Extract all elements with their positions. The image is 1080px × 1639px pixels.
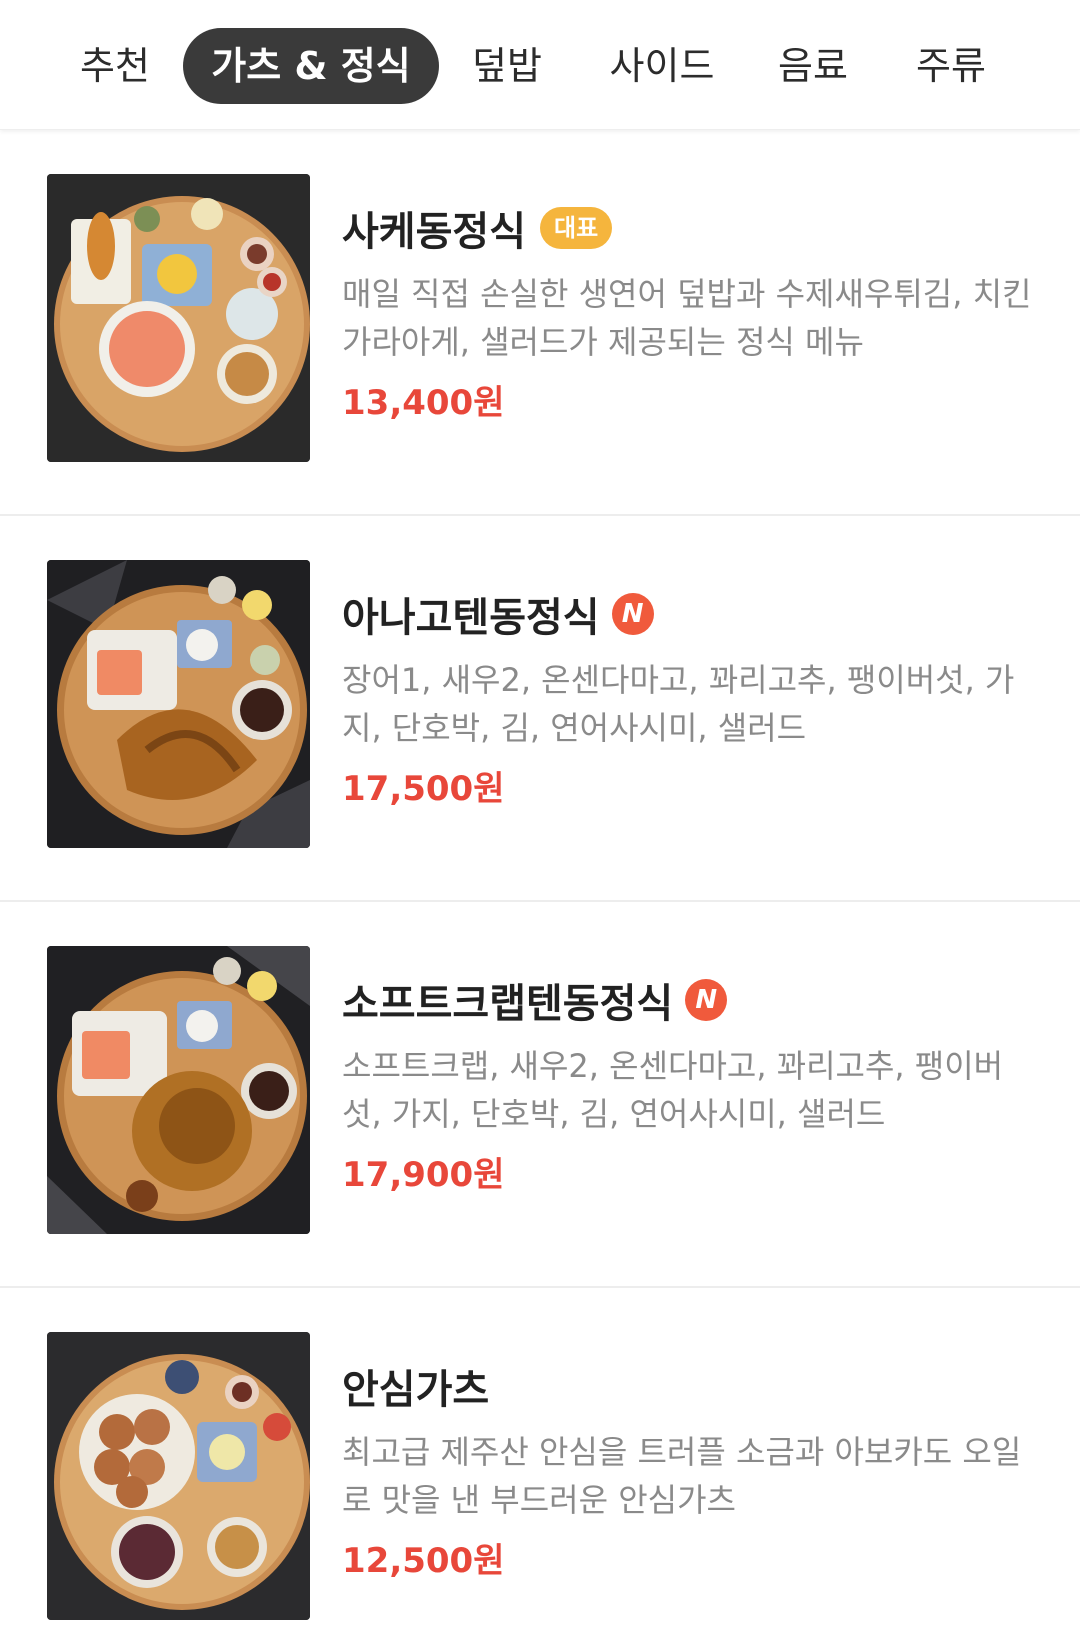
menu-item-title-row: 소프트크랩텐동정식 N (342, 972, 728, 1028)
menu-item-title-row: 아나고텐동정식 N (342, 586, 654, 642)
menu-item-title-row: 안심가츠 (342, 1358, 489, 1414)
signature-badge: 대표 (540, 207, 613, 249)
tab-katsu-set[interactable]: 가츠 & 정식 (183, 28, 439, 104)
menu-item-description: 매일 직접 손실한 생연어 덮밥과 수제새우튀김, 치킨가라아게, 샐러드가 제… (342, 275, 1032, 361)
menu-list: 사케동정식 대표 매일 직접 손실한 생연어 덮밥과 수제새우튀김, 치킨가라아… (0, 130, 1080, 1639)
menu-item-tenderloin-katsu[interactable]: 안심가츠 최고급 제주산 안심을 트러플 소금과 아보카도 오일로 맛을 낸 부… (0, 1288, 1080, 1639)
menu-item-title-row: 사케동정식 대표 (342, 200, 613, 256)
menu-item-photo (47, 174, 310, 462)
tab-recommended[interactable]: 추천 (70, 28, 160, 104)
menu-item-photo (47, 1332, 310, 1620)
food-set-photo (47, 946, 310, 1234)
menu-item-name: 소프트크랩텐동정식 (342, 981, 674, 1027)
menu-item-name: 사케동정식 (342, 209, 526, 255)
menu-item-description: 소프트크랩, 새우2, 온센다마고, 꽈리고추, 팽이버섯, 가지, 단호박, … (342, 1047, 1004, 1133)
new-badge-icon: N (685, 979, 728, 1021)
category-tab-bar: 추천 가츠 & 정식 덮밥 사이드 음료 주류 (0, 0, 1080, 130)
menu-item-photo (47, 560, 310, 848)
menu-item-name: 안심가츠 (342, 1367, 490, 1413)
menu-item-description: 최고급 제주산 안심을 트러플 소금과 아보카도 오일로 맛을 낸 부드러운 안… (342, 1433, 1022, 1519)
menu-item-anago-tendon-set[interactable]: 아나고텐동정식 N 장어1, 새우2, 온센다마고, 꽈리고추, 팽이버섯, 가… (0, 516, 1080, 902)
food-set-photo (47, 174, 310, 462)
tab-rice-bowl[interactable]: 덮밥 (462, 28, 552, 104)
food-set-photo (47, 560, 310, 848)
menu-item-softcrab-tendon-set[interactable]: 소프트크랩텐동정식 N 소프트크랩, 새우2, 온센다마고, 꽈리고추, 팽이버… (0, 902, 1080, 1288)
menu-item-price: 13,400원 (342, 383, 505, 423)
menu-item-name: 아나고텐동정식 (342, 595, 600, 641)
tab-side[interactable]: 사이드 (598, 28, 726, 104)
tab-liquor[interactable]: 주류 (906, 28, 996, 104)
tab-beverage[interactable]: 음료 (768, 28, 858, 104)
menu-item-price: 17,900원 (342, 1155, 505, 1195)
menu-item-photo (47, 946, 310, 1234)
menu-item-description: 장어1, 새우2, 온센다마고, 꽈리고추, 팽이버섯, 가지, 단호박, 김,… (342, 661, 1015, 747)
menu-item-sakedon-set[interactable]: 사케동정식 대표 매일 직접 손실한 생연어 덮밥과 수제새우튀김, 치킨가라아… (0, 130, 1080, 516)
menu-item-price: 17,500원 (342, 769, 505, 809)
menu-item-price: 12,500원 (342, 1541, 505, 1581)
new-badge-icon: N (611, 593, 654, 635)
food-set-photo (47, 1332, 310, 1620)
